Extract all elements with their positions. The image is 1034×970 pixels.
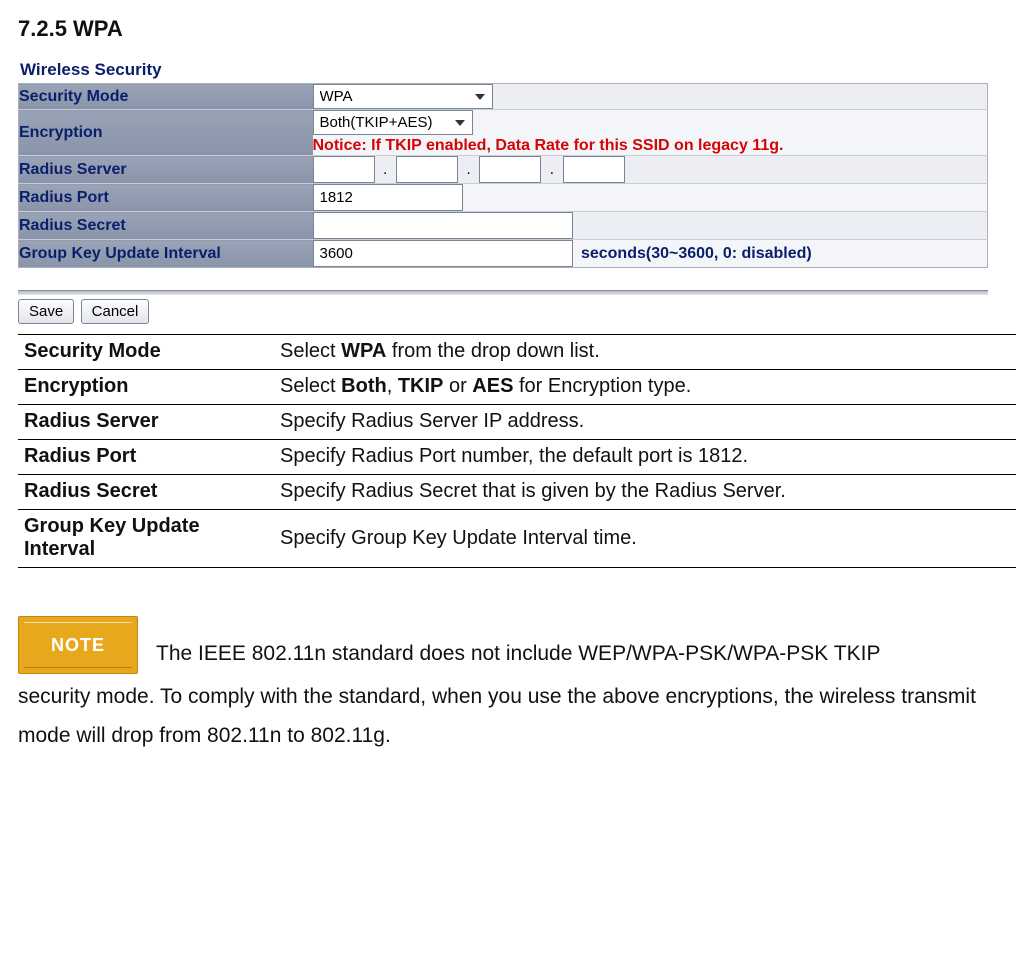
- button-row: Save Cancel: [18, 299, 1016, 324]
- radius-ip-octet-3[interactable]: [479, 156, 541, 183]
- table-row: Group Key Update Interval Specify Group …: [18, 510, 1016, 568]
- table-row: Encryption Select Both, TKIP or AES for …: [18, 370, 1016, 405]
- doc-desc: Specify Radius Server IP address.: [274, 405, 1016, 440]
- radius-server-ip-group: . . .: [313, 156, 988, 184]
- group-key-interval-hint: seconds(30~3600, 0: disabled): [581, 245, 812, 262]
- label-encryption: Encryption: [19, 110, 313, 156]
- doc-desc: Select Both, TKIP or AES for Encryption …: [274, 370, 1016, 405]
- section-heading: 7.2.5 WPA: [18, 16, 1016, 42]
- description-table: Security Mode Select WPA from the drop d…: [18, 334, 1016, 568]
- doc-desc: Specify Radius Port number, the default …: [274, 440, 1016, 475]
- ip-separator: .: [546, 161, 558, 178]
- doc-desc: Select WPA from the drop down list.: [274, 335, 1016, 370]
- note-badge: NOTE: [18, 616, 138, 674]
- group-key-interval-input[interactable]: [313, 240, 573, 267]
- radius-ip-octet-2[interactable]: [396, 156, 458, 183]
- table-row: Security Mode Select WPA from the drop d…: [18, 335, 1016, 370]
- note-text-rest: security mode. To comply with the standa…: [18, 678, 1016, 756]
- doc-label: Group Key Update Interval: [18, 510, 274, 568]
- radius-secret-input[interactable]: [313, 212, 573, 239]
- label-radius-port: Radius Port: [19, 184, 313, 212]
- doc-label: Radius Port: [18, 440, 274, 475]
- note-badge-label: NOTE: [51, 635, 105, 656]
- table-row: Radius Server Specify Radius Server IP a…: [18, 405, 1016, 440]
- doc-label: Security Mode: [18, 335, 274, 370]
- doc-label: Radius Server: [18, 405, 274, 440]
- ip-separator: .: [462, 161, 474, 178]
- encryption-notice: Notice: If TKIP enabled, Data Rate for t…: [313, 137, 988, 155]
- label-security-mode: Security Mode: [19, 84, 313, 110]
- radius-ip-octet-1[interactable]: [313, 156, 375, 183]
- label-radius-server: Radius Server: [19, 156, 313, 184]
- table-row: Radius Secret Specify Radius Secret that…: [18, 475, 1016, 510]
- doc-label: Encryption: [18, 370, 274, 405]
- save-button[interactable]: Save: [18, 299, 74, 324]
- note-text-line1: The IEEE 802.11n standard does not inclu…: [156, 635, 880, 674]
- radius-ip-octet-4[interactable]: [563, 156, 625, 183]
- table-row: Radius Port Specify Radius Port number, …: [18, 440, 1016, 475]
- security-mode-select[interactable]: WPA: [313, 84, 493, 109]
- wireless-security-form: Security Mode WPA Encryption Both(TKIP+A…: [18, 83, 988, 268]
- label-group-key-interval: Group Key Update Interval: [19, 240, 313, 268]
- separator: [18, 290, 988, 295]
- ip-separator: .: [379, 161, 391, 178]
- cancel-button[interactable]: Cancel: [81, 299, 150, 324]
- label-radius-secret: Radius Secret: [19, 212, 313, 240]
- panel-title: Wireless Security: [20, 60, 1016, 80]
- doc-desc: Specify Radius Secret that is given by t…: [274, 475, 1016, 510]
- doc-desc: Specify Group Key Update Interval time.: [274, 510, 1016, 568]
- encryption-select[interactable]: Both(TKIP+AES): [313, 110, 473, 135]
- note-block: NOTE The IEEE 802.11n standard does not …: [18, 616, 1016, 674]
- radius-port-input[interactable]: [313, 184, 463, 211]
- doc-label: Radius Secret: [18, 475, 274, 510]
